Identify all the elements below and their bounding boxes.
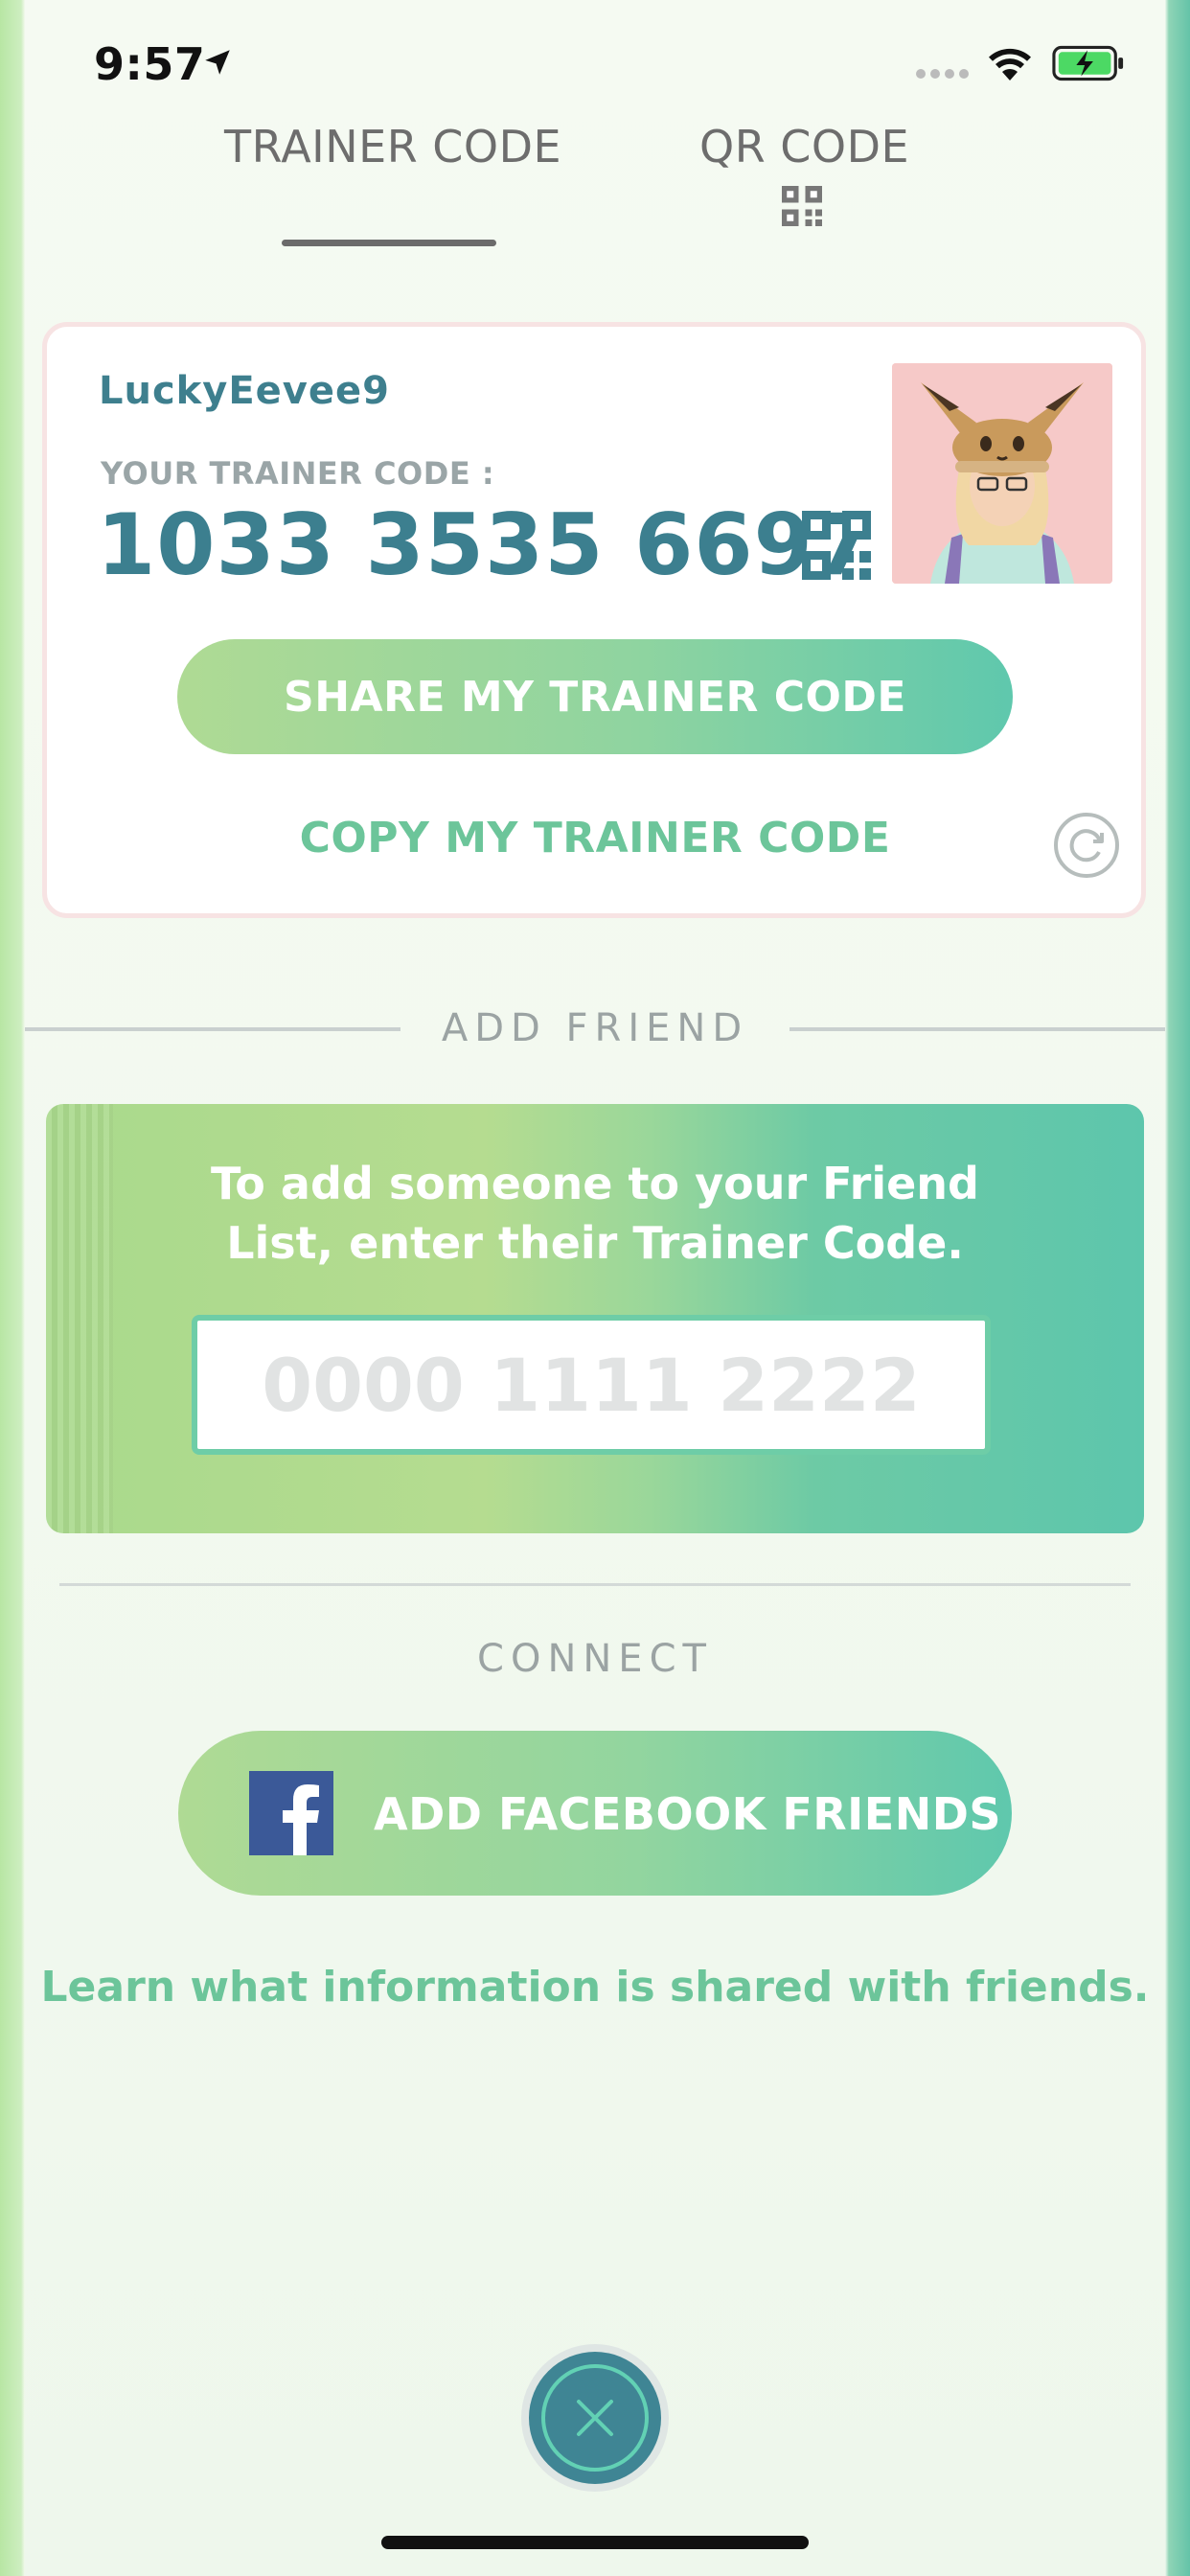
add-friend-panel: To add someone to your Friend List, ente… xyxy=(46,1104,1144,1533)
tab-trainer-code[interactable]: TRAINER CODE xyxy=(224,121,561,172)
trainer-username: LuckyEevee9 xyxy=(99,369,390,413)
status-bar: 9:57 xyxy=(0,0,1190,125)
connect-title: CONNECT xyxy=(477,1637,713,1681)
refresh-icon[interactable] xyxy=(1053,812,1120,879)
instructions-line-2: List, enter their Trainer Code. xyxy=(226,1217,964,1269)
tab-qr-code[interactable]: QR CODE xyxy=(699,121,909,172)
add-friend-instructions: To add someone to your Friend List, ente… xyxy=(46,1154,1144,1273)
friend-code-input[interactable] xyxy=(192,1315,991,1455)
location-arrow-icon xyxy=(205,50,230,75)
close-icon xyxy=(577,2400,613,2436)
instructions-line-1: To add someone to your Friend xyxy=(211,1158,979,1209)
active-tab-indicator xyxy=(282,240,496,246)
trainer-code-label: YOUR TRAINER CODE : xyxy=(101,455,495,492)
trainer-avatar xyxy=(892,363,1112,584)
status-time: 9:57 xyxy=(94,38,206,90)
battery-charging-icon xyxy=(1052,45,1124,81)
trainer-card: LuckyEevee9 YOUR TRAINER CODE : 1033 353… xyxy=(42,322,1146,918)
divider-line xyxy=(790,1027,1165,1031)
copy-trainer-code-button[interactable]: COPY MY TRAINER CODE xyxy=(47,814,1143,862)
close-button[interactable] xyxy=(521,2344,669,2492)
trainer-code-value: 1033 3535 6697 xyxy=(97,495,874,594)
share-trainer-code-button[interactable]: SHARE MY TRAINER CODE xyxy=(177,639,1013,754)
wifi-icon xyxy=(989,48,1031,80)
close-button-inner xyxy=(529,2352,661,2484)
divider-line xyxy=(59,1583,1131,1586)
avatar-image xyxy=(892,363,1112,584)
facebook-icon xyxy=(249,1771,333,1855)
learn-shared-info-link[interactable]: Learn what information is shared with fr… xyxy=(0,1963,1190,2012)
facebook-button-label: ADD FACEBOOK FRIENDS xyxy=(374,1788,1002,1840)
qr-code-icon[interactable] xyxy=(782,186,822,226)
add-facebook-friends-button[interactable]: ADD FACEBOOK FRIENDS xyxy=(178,1731,1012,1896)
home-indicator[interactable] xyxy=(381,2536,809,2549)
close-button-ring xyxy=(541,2364,649,2472)
signal-dots xyxy=(916,69,969,79)
qr-code-icon[interactable] xyxy=(802,511,871,580)
